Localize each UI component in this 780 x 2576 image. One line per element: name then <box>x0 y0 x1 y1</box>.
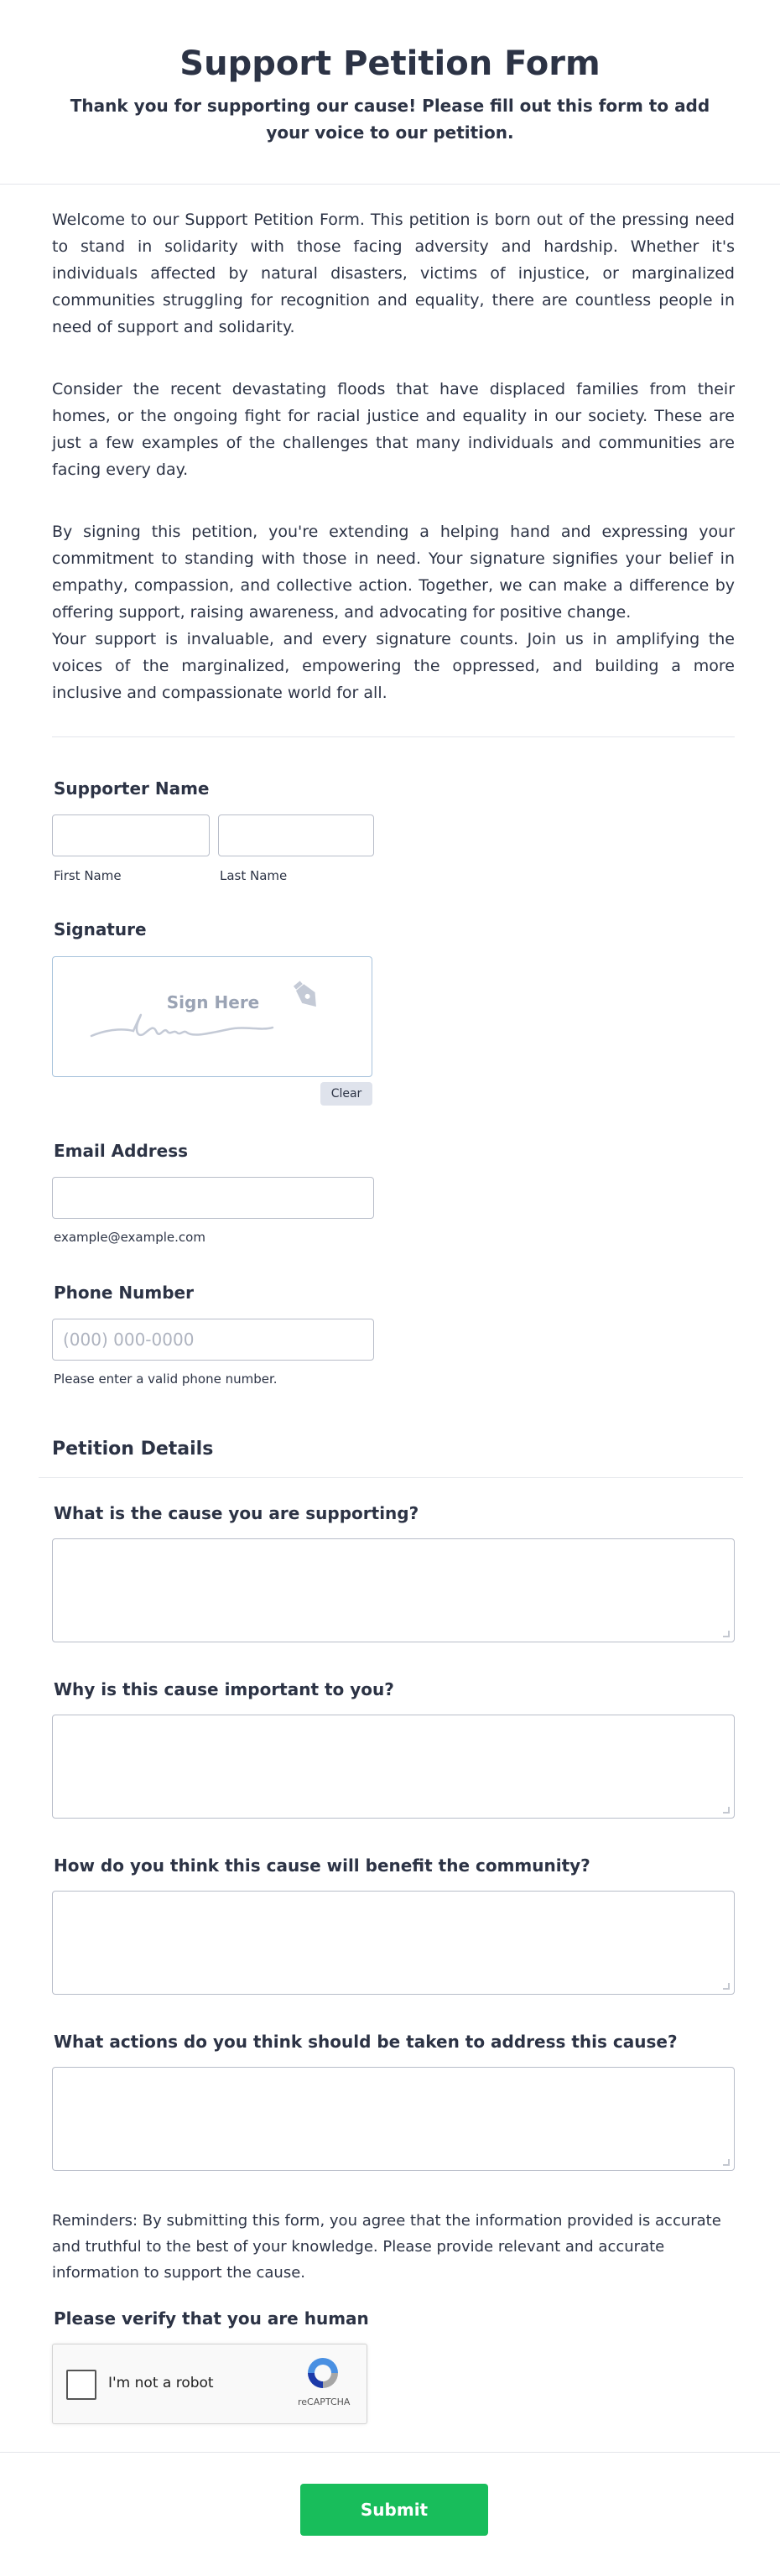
signature-label: Signature <box>54 919 147 939</box>
page-subtitle: Thank you for supporting our cause! Plea… <box>70 96 710 143</box>
recaptcha-checkbox[interactable] <box>66 2370 96 2400</box>
email-input[interactable] <box>52 1177 374 1219</box>
recaptcha-brand: reCAPTCHA <box>298 2396 351 2407</box>
question-cause-textarea[interactable] <box>52 1538 735 1642</box>
first-name-input[interactable] <box>52 814 210 856</box>
intro-paragraph-4: Your support is invaluable, and every si… <box>52 630 735 702</box>
email-sublabel: example@example.com <box>54 1230 205 1245</box>
last-name-sublabel: Last Name <box>220 868 288 883</box>
resize-handle-icon <box>723 1983 730 1990</box>
question-benefit-label: How do you think this cause will benefit… <box>54 1855 590 1876</box>
resize-handle-icon <box>723 1807 730 1814</box>
intro-divider <box>52 736 735 737</box>
signature-scribble-icon <box>90 981 316 1038</box>
footer-divider <box>0 2452 780 2453</box>
signature-placeholder: Sign Here <box>166 992 260 1012</box>
question-importance-label: Why is this cause important to you? <box>54 1679 394 1699</box>
resize-handle-icon <box>723 2159 730 2166</box>
first-name-sublabel: First Name <box>54 868 122 883</box>
question-importance-textarea[interactable] <box>52 1715 735 1819</box>
phone-sublabel: Please enter a valid phone number. <box>54 1371 278 1387</box>
petition-form-page: Support Petition Form Thank you for supp… <box>0 0 780 2576</box>
supporter-name-label: Supporter Name <box>54 778 210 799</box>
intro-paragraph-3: By signing this petition, you're extendi… <box>52 523 735 622</box>
form-header: Support Petition Form Thank you for supp… <box>0 0 780 185</box>
captcha-label: Please verify that you are human <box>54 2308 369 2329</box>
question-benefit-textarea[interactable] <box>52 1891 735 1995</box>
signature-clear-button[interactable]: Clear <box>320 1082 372 1106</box>
intro-paragraph-2: Consider the recent devastating floods t… <box>52 380 735 479</box>
petition-details-heading: Petition Details <box>52 1439 214 1460</box>
resize-handle-icon <box>723 1631 730 1637</box>
section-divider <box>39 1477 743 1478</box>
recaptcha-checkbox-label: I'm not a robot <box>108 2375 214 2391</box>
page-title: Support Petition Form <box>179 44 601 83</box>
email-label: Email Address <box>54 1141 189 1161</box>
last-name-input[interactable] <box>218 814 374 856</box>
intro-paragraph-1: Welcome to our Support Petition Form. Th… <box>52 211 735 336</box>
submit-button[interactable]: Submit <box>300 2484 488 2536</box>
intro-text: Welcome to our Support Petition Form. Th… <box>52 206 735 706</box>
reminder-text: Reminders: By submitting this form, you … <box>52 2212 721 2282</box>
question-cause-label: What is the cause you are supporting? <box>54 1503 419 1523</box>
recaptcha-logo-icon <box>308 2358 338 2388</box>
phone-label: Phone Number <box>54 1283 194 1303</box>
question-actions-label: What actions do you think should be take… <box>54 2032 678 2052</box>
signature-pad[interactable]: Sign Here <box>52 956 372 1077</box>
recaptcha-widget: I'm not a robot reCAPTCHA <box>52 2344 367 2424</box>
question-actions-textarea[interactable] <box>52 2067 735 2171</box>
phone-input[interactable] <box>52 1319 374 1361</box>
